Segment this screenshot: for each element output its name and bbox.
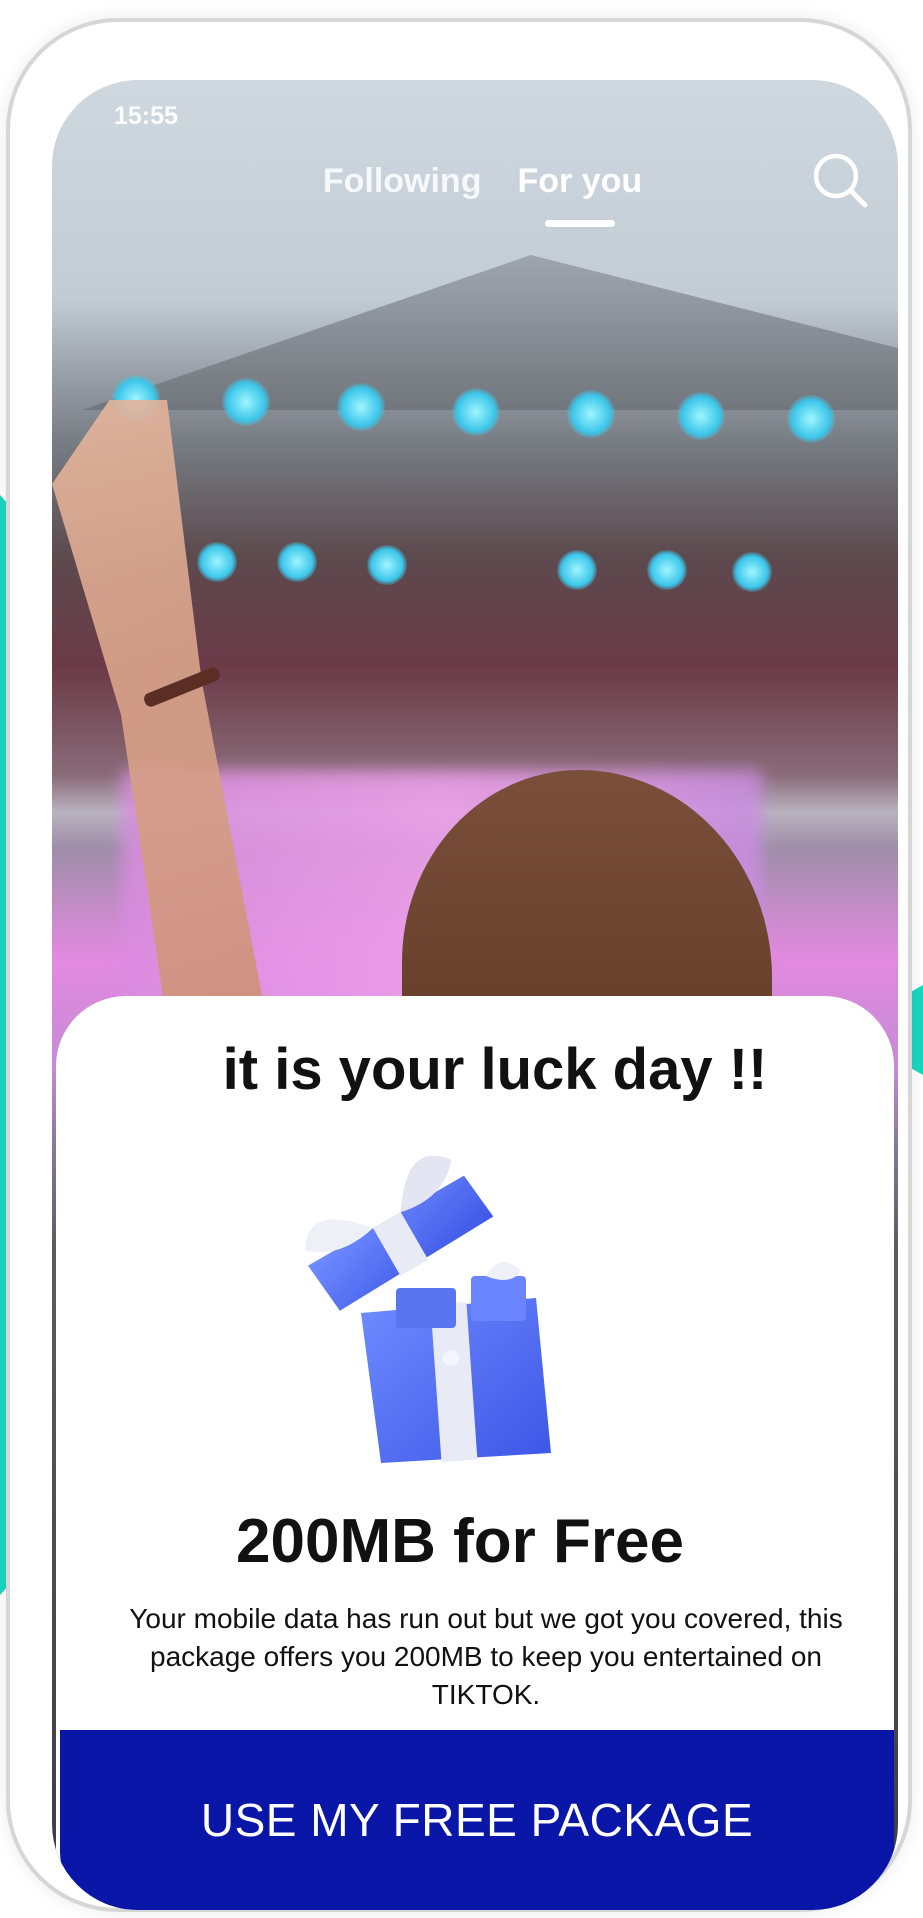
offer-popup: it is your luck day !! 200MB for Free Yo… [56, 996, 894, 1910]
stage-light [732, 552, 772, 592]
phone-frame: 15:55 Following For you it is your luck … [6, 18, 912, 1912]
feed-tabs: Following For you [52, 162, 898, 201]
stage-light [197, 542, 237, 582]
offer-description: Your mobile data has run out but we got … [129, 1603, 843, 1710]
gift-box-icon [304, 1155, 551, 1463]
stage-light [277, 542, 317, 582]
tab-for-you[interactable]: For you [517, 162, 642, 201]
tab-following[interactable]: Following [323, 162, 482, 201]
use-free-package-button[interactable]: USE MY FREE PACKAGE [60, 1730, 894, 1910]
raised-arm [52, 400, 282, 1100]
offer-title: 200MB for Free [236, 1507, 684, 1576]
stage-light [677, 392, 725, 440]
popup-headline: it is your luck day !! [222, 1037, 768, 1102]
stage-light [452, 388, 500, 436]
stage-light [567, 390, 615, 438]
stage-light [557, 550, 597, 590]
stage-truss [82, 255, 898, 410]
stage-light [367, 545, 407, 585]
stage-light [787, 395, 835, 443]
stage-light [647, 550, 687, 590]
phone-screen: 15:55 Following For you it is your luck … [52, 80, 898, 1910]
status-time: 15:55 [114, 102, 178, 130]
search-icon [813, 153, 868, 208]
search-button[interactable] [810, 150, 870, 210]
stage-light [222, 378, 270, 426]
stage-light [337, 383, 385, 431]
